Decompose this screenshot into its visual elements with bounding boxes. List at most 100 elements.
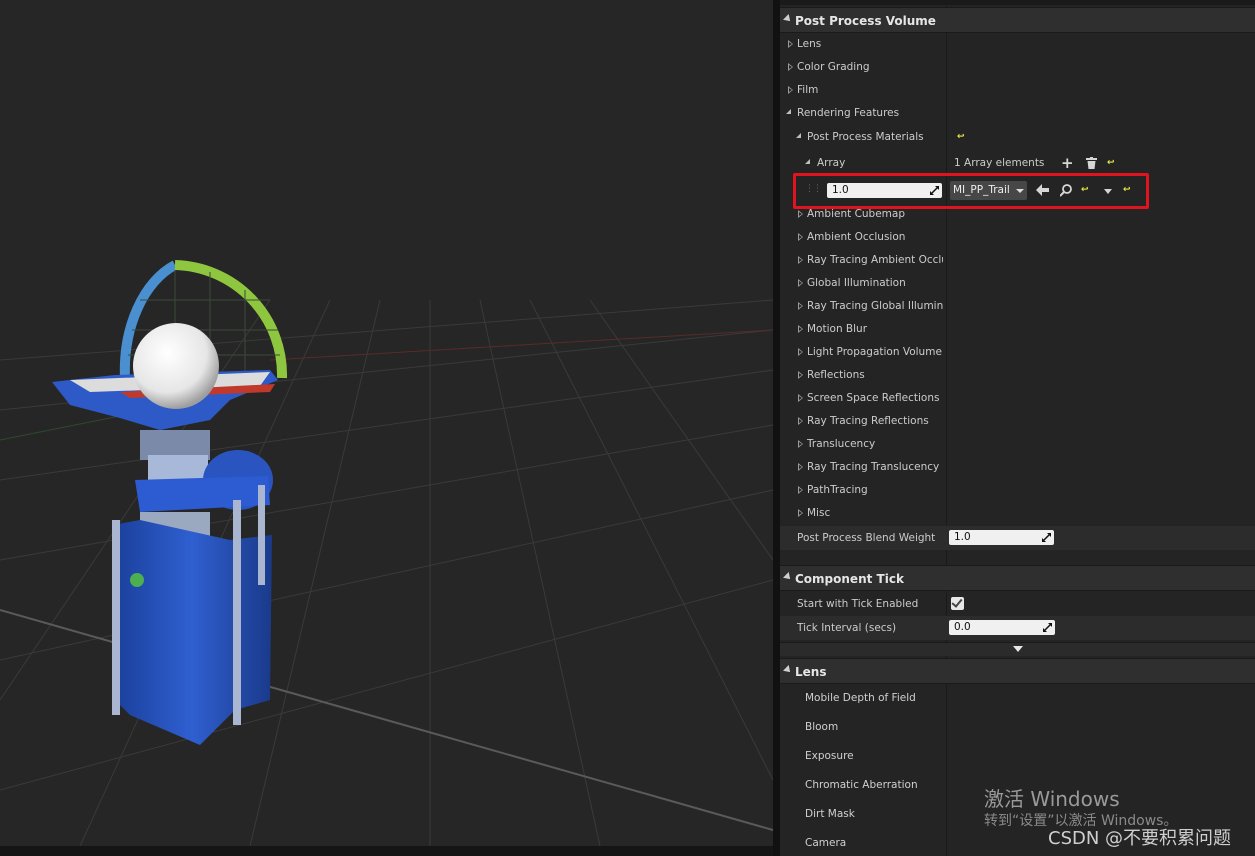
row-array[interactable]: Array 1 Array elements + ↩ [780, 152, 1255, 175]
expand-arrow-icon[interactable] [798, 417, 803, 425]
row-label: Ray Tracing Global Illumina [807, 300, 943, 312]
row-label: Ambient Occlusion [807, 231, 906, 243]
row-label: Post Process Blend Weight [797, 532, 936, 544]
row-label: Lens [797, 38, 822, 50]
row-label: PathTracing [807, 484, 868, 496]
expanded-arrow-icon[interactable] [796, 133, 801, 138]
row-lens-sub[interactable]: Mobile Depth of Field [780, 685, 1255, 714]
expand-arrow-icon[interactable] [788, 63, 793, 71]
row-label: Ray Tracing Translucency [807, 461, 940, 473]
row-label: Tick Interval (secs) [797, 622, 897, 634]
expand-arrow-icon[interactable] [798, 348, 803, 356]
expand-arrow-icon[interactable] [798, 279, 803, 287]
row-label: Light Propagation Volume [807, 346, 942, 358]
array-count: 1 Array elements [954, 157, 1045, 169]
viewport-bottom-edge [0, 846, 773, 856]
row-feature[interactable]: Ray Tracing Ambient Occlu [780, 249, 1255, 272]
row-label: Ray Tracing Ambient Occlu [807, 254, 943, 266]
row-label: Reflections [807, 369, 865, 381]
row-label: Start with Tick Enabled [797, 598, 919, 610]
expanded-arrow-icon[interactable] [786, 109, 791, 114]
category-title: Component Tick [795, 572, 904, 586]
bulb-sphere [133, 323, 219, 409]
expand-arrow-icon[interactable] [798, 325, 803, 333]
category-lens[interactable]: Lens [780, 658, 1255, 684]
row-feature[interactable]: Global Illumination [780, 272, 1255, 295]
row-start-with-tick: Start with Tick Enabled [780, 592, 1255, 616]
row-lens-sub[interactable]: Exposure [780, 743, 1255, 772]
row-label: Ray Tracing Reflections [807, 415, 929, 427]
collapse-arrow-icon [783, 572, 793, 582]
expand-arrow-icon[interactable] [788, 86, 793, 94]
category-component-tick[interactable]: Component Tick [780, 565, 1255, 591]
row-label: Chromatic Aberration [805, 779, 918, 791]
expand-arrow-icon[interactable] [798, 486, 803, 494]
expand-arrow-icon[interactable] [798, 210, 803, 218]
row-lens[interactable]: Lens [780, 33, 1255, 56]
activation-watermark-title: 激活 Windows [984, 787, 1120, 811]
row-feature[interactable]: Misc [780, 502, 1255, 525]
row-feature[interactable]: Ray Tracing Translucency [780, 456, 1255, 479]
panel-splitter[interactable] [773, 0, 780, 856]
row-feature[interactable]: Translucency [780, 433, 1255, 456]
row-feature[interactable]: Ambient Occlusion [780, 226, 1255, 249]
viewport-scene [0, 260, 773, 846]
row-post-process-materials[interactable]: Post Process Materials ↩ [780, 126, 1255, 149]
checkmark-icon [951, 596, 963, 608]
level-viewport[interactable] [0, 0, 773, 846]
lamp-model [52, 323, 278, 745]
expand-arrow-icon[interactable] [798, 509, 803, 517]
row-lens-sub[interactable]: Bloom [780, 714, 1255, 743]
row-label: Rendering Features [797, 107, 900, 119]
highlight-annotation-box [793, 173, 1149, 209]
category-title: Post Process Volume [795, 14, 936, 28]
row-label: Exposure [805, 750, 854, 762]
reset-to-default-icon[interactable]: ↩ [1107, 159, 1116, 168]
tick-interval-field[interactable]: 0.0 [949, 620, 1055, 635]
row-feature[interactable]: Light Propagation Volume [780, 341, 1255, 364]
row-label: Film [797, 84, 819, 96]
row-label: Ambient Cubemap [807, 208, 906, 220]
row-tick-interval: Tick Interval (secs) 0.0 [780, 616, 1255, 640]
expand-arrow-icon[interactable] [798, 302, 803, 310]
expanded-arrow-icon[interactable] [805, 159, 810, 164]
csdn-credit: CSDN @不要积累问题 [1048, 828, 1232, 849]
spin-grip-icon[interactable] [1043, 623, 1052, 632]
expand-arrow-icon[interactable] [788, 40, 793, 48]
row-feature[interactable]: Ray Tracing Global Illumina [780, 295, 1255, 318]
row-feature[interactable]: PathTracing [780, 479, 1255, 502]
row-label: Dirt Mask [805, 808, 855, 820]
row-film[interactable]: Film [780, 79, 1255, 102]
trash-icon[interactable] [1086, 157, 1097, 169]
row-feature[interactable]: Reflections [780, 364, 1255, 387]
expand-arrow-icon[interactable] [798, 394, 803, 402]
row-blend-weight: Post Process Blend Weight 1.0 [780, 526, 1255, 550]
blend-weight-field[interactable]: 1.0 [949, 530, 1054, 545]
row-label: Bloom [805, 721, 839, 733]
expand-arrow-icon[interactable] [798, 463, 803, 471]
row-color-grading[interactable]: Color Grading [780, 56, 1255, 79]
collapse-arrow-icon [783, 14, 793, 24]
expand-arrow-icon[interactable] [798, 233, 803, 241]
row-label: Translucency [807, 438, 876, 450]
row-feature[interactable]: Ray Tracing Reflections [780, 410, 1255, 433]
start-with-tick-checkbox[interactable] [951, 596, 964, 610]
category-title: Lens [795, 665, 827, 679]
row-label: Screen Space Reflections [807, 392, 940, 404]
expand-arrow-icon[interactable] [798, 440, 803, 448]
row-label: Camera [805, 837, 847, 849]
row-label: Post Process Materials [807, 131, 924, 143]
spin-grip-icon[interactable] [1042, 533, 1051, 542]
row-label: Color Grading [797, 61, 870, 73]
row-feature[interactable]: Motion Blur [780, 318, 1255, 341]
advanced-expander[interactable] [780, 642, 1255, 656]
row-feature[interactable]: Screen Space Reflections [780, 387, 1255, 410]
expand-arrow-icon[interactable] [798, 256, 803, 264]
expand-arrow-icon[interactable] [798, 371, 803, 379]
reset-to-default-icon[interactable]: ↩ [957, 133, 966, 142]
row-rendering-features[interactable]: Rendering Features [780, 102, 1255, 125]
chevron-down-icon [1013, 646, 1023, 652]
row-label: Global Illumination [807, 277, 906, 289]
category-post-process-volume[interactable]: Post Process Volume [780, 7, 1255, 33]
add-element-icon[interactable]: + [1061, 154, 1074, 172]
